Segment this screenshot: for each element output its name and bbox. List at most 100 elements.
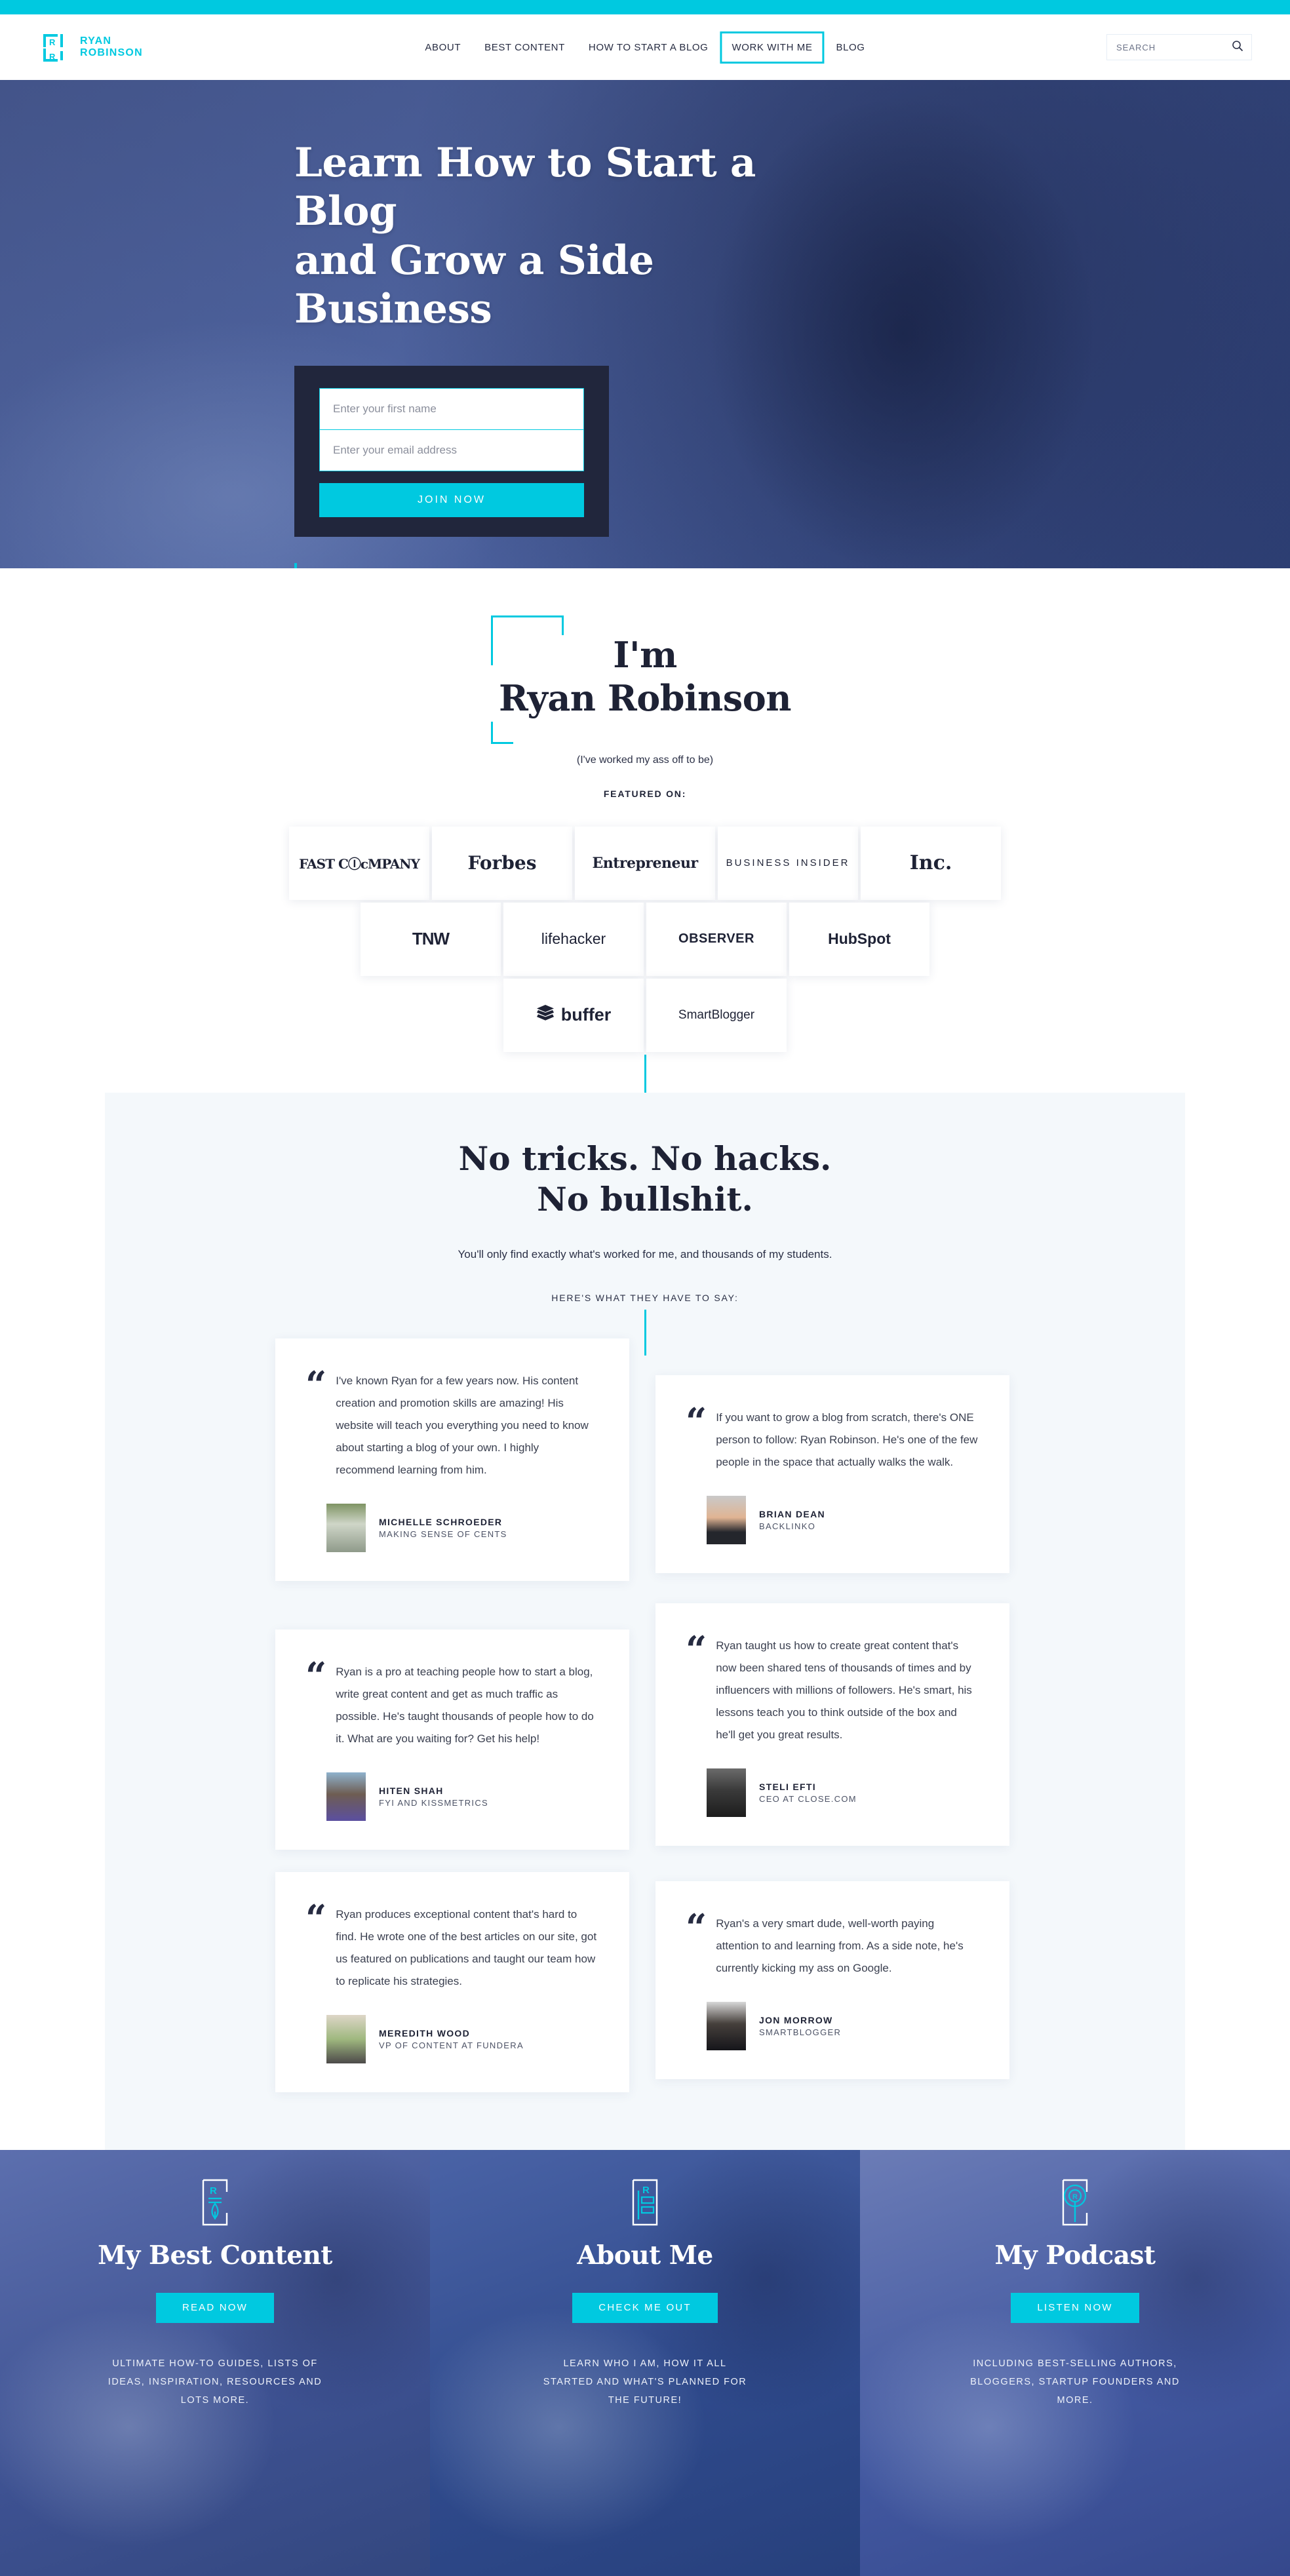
quote-mark-icon: “ bbox=[305, 1654, 327, 1698]
panel-about-me[interactable]: R About Me CHECK ME OUT LEARN WHO I AM, … bbox=[430, 2149, 860, 2576]
author-role: VP OF CONTENT AT FUNDERA bbox=[379, 2040, 524, 2050]
nav-item-about[interactable]: ABOUT bbox=[413, 31, 473, 64]
quote-wrap: “ Ryan produces exceptional content that… bbox=[305, 1896, 599, 1993]
profile-card-badge-icon: R bbox=[627, 2179, 663, 2226]
quote-mark-icon: “ bbox=[305, 1896, 327, 1940]
panel-my-podcast[interactable]: R My Podcast LISTEN NOW INCLUDING BEST-S… bbox=[860, 2149, 1290, 2576]
signup-fields bbox=[319, 387, 584, 471]
svg-text:R: R bbox=[49, 52, 56, 62]
hero-note: Sign up to join 279,753+ bloggers, freel… bbox=[294, 562, 819, 568]
panel-title: About Me bbox=[577, 2240, 713, 2271]
testimonial-card: “ Ryan taught us how to create great con… bbox=[655, 1603, 1009, 1846]
testimonial-author: MICHELLE SCHROEDER MAKING SENSE OF CENTS bbox=[305, 1503, 599, 1552]
nav-item-blog[interactable]: BLOG bbox=[824, 31, 876, 64]
logo-card-hubspot[interactable]: HubSpot bbox=[789, 902, 929, 976]
bottom-panels: R My Best Content READ NOW ULTIMATE HOW-… bbox=[0, 2149, 1290, 2576]
author-role: FYI AND KISSMETRICS bbox=[379, 1797, 489, 1808]
svg-text:R: R bbox=[642, 2185, 650, 2196]
listen-now-button[interactable]: LISTEN NOW bbox=[1011, 2292, 1139, 2323]
quote-mark-icon: “ bbox=[686, 1399, 707, 1443]
signup-form: JOIN NOW bbox=[294, 365, 609, 537]
logo-label: TNW bbox=[412, 929, 450, 949]
name-bracket-wrap: I'm Ryan Robinson bbox=[463, 615, 827, 744]
quote-mark-icon: “ bbox=[305, 1363, 327, 1407]
testimonial-quote: Ryan is a pro at teaching people how to … bbox=[336, 1665, 594, 1745]
search-box[interactable] bbox=[1106, 34, 1252, 60]
featured-logo-row: buffer SmartBlogger bbox=[0, 978, 1290, 1052]
testimonial-card: “ Ryan's a very smart dude, well-worth p… bbox=[655, 1881, 1009, 2079]
first-name-input[interactable] bbox=[320, 388, 583, 429]
author-meta: JON MORROW SMARTBLOGGER bbox=[759, 2015, 841, 2037]
testimonial-quote: Ryan taught us how to create great conte… bbox=[716, 1639, 972, 1741]
nav-item-work-with-me[interactable]: WORK WITH ME bbox=[720, 31, 825, 64]
hero-heading-line-2: and Grow a Side Business bbox=[294, 237, 654, 333]
logo-card-buffer[interactable]: buffer bbox=[503, 978, 644, 1052]
logo-card-inc[interactable]: Inc. bbox=[861, 826, 1001, 900]
testimonial-author: STELI EFTI CEO AT CLOSE.COM bbox=[686, 1768, 979, 1817]
author-role: BACKLINKO bbox=[759, 1521, 816, 1531]
bracket-bottom-left-icon bbox=[491, 721, 514, 744]
avatar bbox=[326, 1503, 366, 1552]
author-name: MEREDITH WOOD bbox=[379, 2027, 471, 2039]
logo-label: SmartBlogger bbox=[678, 1007, 755, 1022]
logo-card-business-insider[interactable]: BUSINESS INSIDER bbox=[718, 826, 858, 900]
testimonial-card: “ I've known Ryan for a few years now. H… bbox=[275, 1338, 629, 1581]
site-logo[interactable]: R R RYAN ROBINSON bbox=[38, 30, 143, 64]
logo-label: Forbes bbox=[467, 852, 537, 874]
author-name: MICHELLE SCHROEDER bbox=[379, 1516, 503, 1527]
featured-logo-row: FAST CⒾcMPANY Forbes Entrepreneur BUSINE… bbox=[0, 826, 1290, 900]
nav-item-best-content[interactable]: BEST CONTENT bbox=[473, 31, 577, 64]
svg-text:R: R bbox=[1072, 2193, 1078, 2201]
logo-card-entrepreneur[interactable]: Entrepreneur bbox=[575, 826, 715, 900]
logo-card-observer[interactable]: OBSERVER bbox=[646, 902, 787, 976]
testimonial-row: “ I've known Ryan for a few years now. H… bbox=[275, 1338, 1015, 1581]
author-name: HITEN SHAH bbox=[379, 1785, 444, 1796]
logo-card-forbes[interactable]: Forbes bbox=[432, 826, 572, 900]
search-input[interactable] bbox=[1116, 42, 1232, 52]
testimonial-author: HITEN SHAH FYI AND KISSMETRICS bbox=[305, 1772, 599, 1821]
panel-title: My Podcast bbox=[994, 2240, 1156, 2271]
intro-section: I'm Ryan Robinson (I've worked my ass of… bbox=[0, 568, 1290, 1093]
testimonial-card: “ Ryan is a pro at teaching people how t… bbox=[275, 1629, 629, 1850]
testimonials-heading-line-2: No bullshit. bbox=[537, 1180, 753, 1219]
bracket-top-right-icon bbox=[562, 615, 564, 635]
search-icon[interactable] bbox=[1232, 40, 1243, 55]
panel-description: ULTIMATE HOW-TO GUIDES, LISTS OF IDEAS, … bbox=[108, 2358, 322, 2406]
author-meta: MEREDITH WOOD VP OF CONTENT AT FUNDERA bbox=[379, 2028, 524, 2050]
logo-label: Entrepreneur bbox=[592, 854, 698, 872]
testimonials-eyebrow: HERE'S WHAT THEY HAVE TO SAY: bbox=[551, 1292, 739, 1303]
join-now-button[interactable]: JOIN NOW bbox=[319, 482, 584, 517]
logo-card-smartblogger[interactable]: SmartBlogger bbox=[646, 978, 787, 1052]
logo-card-tnw[interactable]: TNW bbox=[361, 902, 501, 976]
quote-wrap: “ Ryan's a very smart dude, well-worth p… bbox=[686, 1909, 979, 1980]
author-role: SMARTBLOGGER bbox=[759, 2027, 842, 2037]
check-me-out-button[interactable]: CHECK ME OUT bbox=[572, 2292, 718, 2323]
logo-line-1: RYAN bbox=[80, 35, 112, 47]
email-input[interactable] bbox=[320, 429, 583, 471]
panel-title: My Best Content bbox=[98, 2240, 332, 2271]
nav-item-how-to-start-a-blog[interactable]: HOW TO START A BLOG bbox=[577, 31, 720, 64]
author-role: CEO AT CLOSE.COM bbox=[759, 1793, 857, 1804]
testimonial-author: JON MORROW SMARTBLOGGER bbox=[686, 2001, 979, 2050]
quote-wrap: “ Ryan is a pro at teaching people how t… bbox=[305, 1654, 599, 1750]
vertical-connector-line bbox=[644, 1054, 646, 1093]
testimonial-row: “ Ryan is a pro at teaching people how t… bbox=[275, 1603, 1015, 1850]
testimonials-subheading: You'll only find exactly what's worked f… bbox=[458, 1247, 832, 1260]
author-meta: MICHELLE SCHROEDER MAKING SENSE OF CENTS bbox=[379, 1517, 507, 1539]
logo-label: Inc. bbox=[909, 851, 952, 875]
logo-label: BUSINESS INSIDER bbox=[726, 857, 850, 868]
author-name: JON MORROW bbox=[759, 2014, 833, 2025]
testimonial-cards: “ I've known Ryan for a few years now. H… bbox=[105, 1338, 1185, 2092]
featured-logo-row: TNW lifehacker OBSERVER HubSpot bbox=[0, 902, 1290, 976]
panel-my-best-content[interactable]: R My Best Content READ NOW ULTIMATE HOW-… bbox=[0, 2149, 430, 2576]
quote-wrap: “ I've known Ryan for a few years now. H… bbox=[305, 1363, 599, 1481]
main-nav: ABOUT BEST CONTENT HOW TO START A BLOG W… bbox=[413, 31, 876, 64]
testimonial-card: “ Ryan produces exceptional content that… bbox=[275, 1871, 629, 2092]
top-accent-bar bbox=[0, 0, 1290, 14]
logo-card-lifehacker[interactable]: lifehacker bbox=[503, 902, 644, 976]
testimonial-quote: Ryan produces exceptional content that's… bbox=[336, 1907, 597, 1987]
read-now-button[interactable]: READ NOW bbox=[155, 2292, 275, 2323]
logo-card-fast-company[interactable]: FAST CⒾcMPANY bbox=[289, 826, 429, 900]
avatar bbox=[707, 1495, 746, 1544]
testimonial-quote: Ryan's a very smart dude, well-worth pay… bbox=[716, 1917, 964, 1974]
